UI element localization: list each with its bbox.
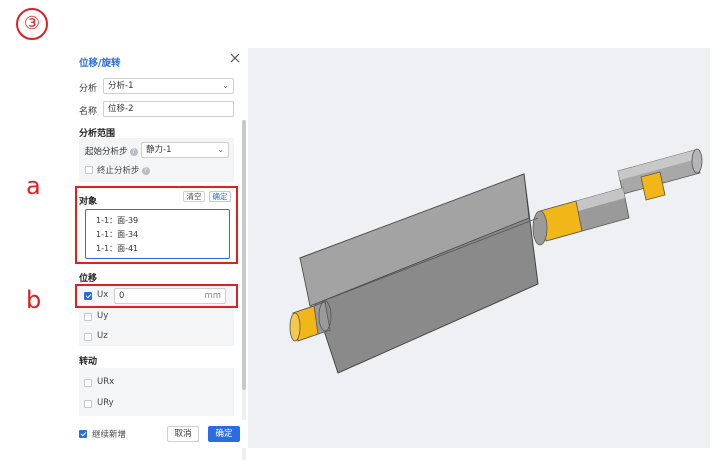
uz-label: Uz bbox=[97, 331, 108, 341]
urx-checkbox[interactable] bbox=[84, 379, 92, 387]
3d-model[interactable] bbox=[248, 48, 710, 448]
end-step-checkbox[interactable] bbox=[85, 166, 93, 174]
chevron-down-icon: ⌄ bbox=[222, 81, 229, 90]
continue-add-checkbox[interactable] bbox=[79, 430, 87, 438]
start-step-label: 起始分析步? bbox=[85, 145, 138, 157]
analysis-select-value: 分析-1 bbox=[108, 81, 134, 91]
callout-a: a bbox=[26, 172, 41, 200]
scrollbar-thumb[interactable] bbox=[242, 120, 246, 390]
ok-button[interactable]: 确定 bbox=[208, 426, 240, 442]
analysis-label: 分析 bbox=[79, 84, 98, 94]
rotation-section-title: 转动 bbox=[79, 357, 98, 367]
uy-label: Uy bbox=[97, 311, 109, 321]
analysis-select[interactable]: 分析-1 ⌄ bbox=[103, 78, 234, 94]
rotation-box bbox=[79, 368, 234, 416]
shaft-right-hole bbox=[532, 210, 548, 246]
uz-checkbox[interactable] bbox=[84, 333, 92, 341]
panel-title: 位移/旋转 bbox=[79, 58, 121, 69]
ury-label: URy bbox=[97, 398, 114, 408]
start-step-label-text: 起始分析步 bbox=[85, 147, 128, 157]
end-step-label-text: 终止分析步 bbox=[97, 166, 140, 176]
callout-b: b bbox=[26, 286, 42, 314]
start-step-select[interactable]: 静力-1 ⌄ bbox=[141, 142, 229, 158]
name-input[interactable]: 位移-2 bbox=[103, 101, 234, 117]
chevron-down-icon: ⌄ bbox=[217, 145, 224, 154]
continue-add-label: 继续新增 bbox=[92, 430, 127, 440]
name-input-value: 位移-2 bbox=[108, 104, 134, 114]
ury-checkbox[interactable] bbox=[84, 400, 92, 408]
shaft-right-end bbox=[691, 148, 703, 174]
uy-checkbox[interactable] bbox=[84, 313, 92, 321]
urx-label: URx bbox=[97, 377, 115, 387]
3d-viewport[interactable] bbox=[248, 48, 710, 448]
help-icon[interactable]: ? bbox=[129, 147, 138, 156]
displacement-section-title: 位移 bbox=[79, 274, 98, 284]
close-icon[interactable] bbox=[229, 52, 241, 64]
shaft-left-end bbox=[289, 312, 301, 342]
name-label: 名称 bbox=[79, 107, 98, 117]
displacement-rotation-panel: 位移/旋转 分析 分析-1 ⌄ 名称 位移-2 分析范围 起始分析步? 静力-1… bbox=[73, 48, 249, 460]
end-step-label: 终止分析步? bbox=[97, 164, 150, 176]
help-icon[interactable]: ? bbox=[141, 166, 150, 175]
panel-footer: 继续新增 取消 确定 bbox=[73, 420, 248, 448]
cancel-button[interactable]: 取消 bbox=[167, 426, 199, 442]
highlight-frame-ux bbox=[75, 284, 238, 308]
start-step-select-value: 静力-1 bbox=[146, 145, 172, 155]
step-number-marker: ③ bbox=[16, 8, 48, 40]
highlight-frame-object bbox=[75, 186, 238, 264]
